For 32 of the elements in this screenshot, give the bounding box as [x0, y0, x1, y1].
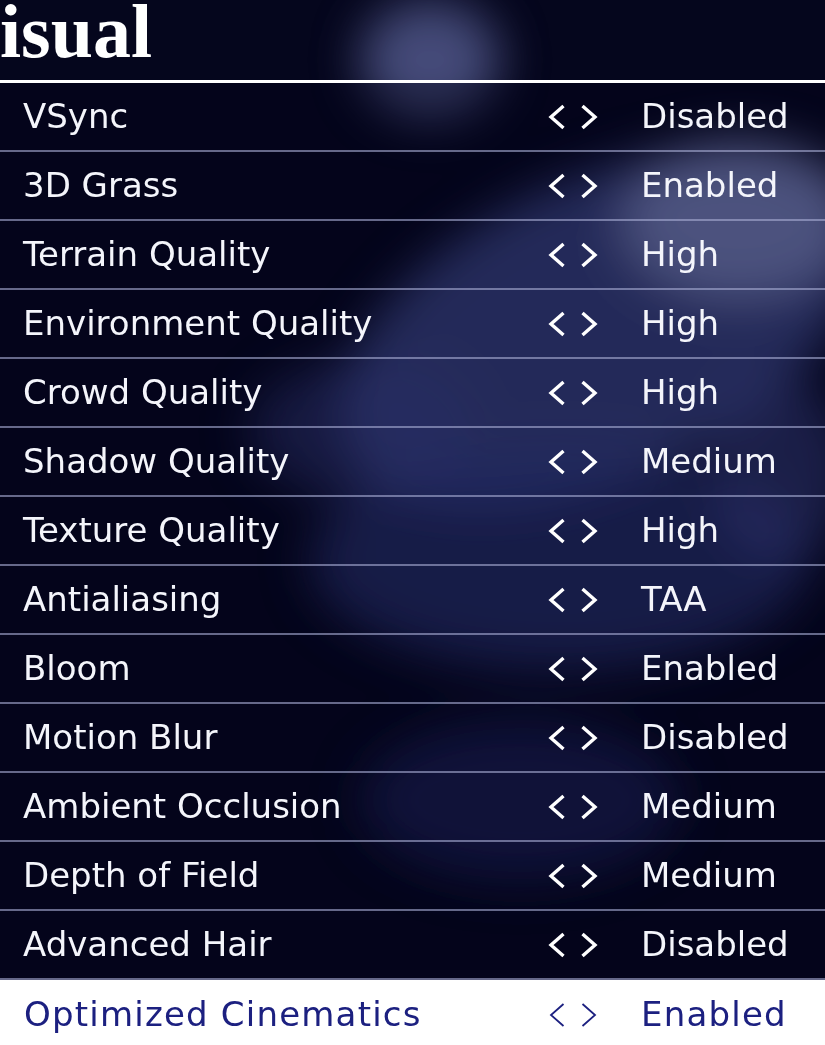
setting-label: Optimized Cinematics	[23, 993, 422, 1036]
setting-label: Terrain Quality	[22, 233, 271, 276]
setting-value: Medium	[641, 854, 777, 897]
setting-label: Crowd Quality	[22, 371, 263, 414]
settings-row-selected[interactable]: Optimized Cinematics Enabled	[0, 980, 825, 1045]
setting-label: 3D Grass	[22, 164, 179, 207]
setting-value: High	[641, 302, 720, 345]
setting-label: Motion Blur	[22, 716, 218, 759]
setting-value: High	[641, 371, 720, 414]
setting-value: Disabled	[641, 923, 789, 966]
setting-value: Enabled	[641, 164, 779, 207]
setting-label: Antialiasing	[22, 578, 222, 621]
setting-value: High	[641, 509, 720, 552]
setting-label: VSync	[22, 95, 129, 138]
setting-value: Medium	[641, 440, 777, 483]
chevron-right-icon[interactable]	[580, 1001, 598, 1028]
chevron-left-icon[interactable]	[548, 1001, 566, 1028]
setting-value: Enabled	[641, 647, 779, 690]
setting-label: Ambient Occlusion	[22, 785, 342, 828]
setting-label: Texture Quality	[22, 509, 280, 552]
setting-value: TAA	[641, 578, 707, 621]
setting-value: Enabled	[641, 993, 787, 1036]
setting-value: Disabled	[641, 95, 789, 138]
setting-value: Medium	[641, 785, 777, 828]
setting-label: Bloom	[22, 647, 131, 690]
setting-label: Shadow Quality	[22, 440, 290, 483]
setting-label: Environment Quality	[22, 302, 373, 345]
setting-label: Depth of Field	[22, 854, 260, 897]
page-title: isual	[0, 1, 153, 61]
setting-value: High	[641, 233, 720, 276]
setting-value: Disabled	[641, 716, 789, 759]
setting-label: Advanced Hair	[22, 923, 272, 966]
